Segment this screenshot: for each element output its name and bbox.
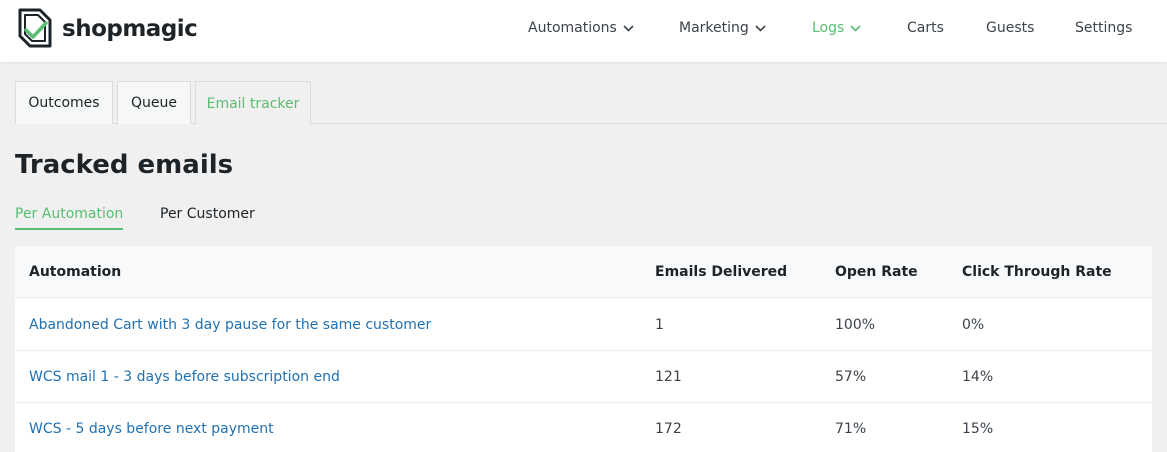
nav-logs-label: Logs <box>812 20 845 36</box>
click-through-rate-cell: 15% <box>962 421 994 437</box>
tab-outcomes[interactable]: Outcomes <box>15 81 113 124</box>
log-tabs: Outcomes Queue Email tracker <box>15 81 1167 125</box>
open-rate-cell: 57% <box>835 369 867 385</box>
tab-email-tracker[interactable]: Email tracker <box>195 81 311 125</box>
automation-link[interactable]: WCS mail 1 - 3 days before subscription … <box>29 351 340 403</box>
table-row: WCS mail 1 - 3 days before subscription … <box>15 351 1152 403</box>
emails-delivered-cell: 1 <box>655 317 664 333</box>
shopmagic-logo-icon <box>18 8 52 48</box>
table-row: Abandoned Cart with 3 day pause for the … <box>15 299 1152 351</box>
click-through-rate-cell: 14% <box>962 369 994 385</box>
tab-queue[interactable]: Queue <box>117 81 191 124</box>
nav-settings[interactable]: Settings <box>1075 20 1132 36</box>
nav-marketing[interactable]: Marketing <box>679 20 766 36</box>
nav-logs[interactable]: Logs <box>812 20 861 36</box>
nav-settings-label: Settings <box>1075 20 1133 36</box>
nav-carts[interactable]: Carts <box>907 20 944 36</box>
subtab-per-customer[interactable]: Per Customer <box>160 206 255 228</box>
top-bar: shopmagic Automations Marketing Logs Car… <box>0 0 1167 62</box>
automation-link[interactable]: Abandoned Cart with 3 day pause for the … <box>29 299 431 351</box>
column-header-automation[interactable]: Automation <box>29 246 121 298</box>
tab-queue-label: Queue <box>131 95 177 111</box>
click-through-rate-cell: 0% <box>962 317 985 333</box>
page-title: Tracked emails <box>15 150 234 180</box>
nav-automations-label: Automations <box>528 20 617 36</box>
column-header-open-rate[interactable]: Open Rate <box>835 246 918 298</box>
nav-guests[interactable]: Guests <box>986 20 1034 36</box>
table-row: WCS - 5 days before next payment 172 71%… <box>15 403 1152 452</box>
chevron-down-icon <box>623 24 634 32</box>
tab-email-tracker-label: Email tracker <box>206 95 300 112</box>
subtab-per-automation[interactable]: Per Automation <box>15 206 124 230</box>
nav-automations[interactable]: Automations <box>528 20 634 36</box>
nav-carts-label: Carts <box>907 20 944 36</box>
automation-link[interactable]: WCS - 5 days before next payment <box>29 403 274 452</box>
nav-guests-label: Guests <box>986 20 1035 36</box>
tracked-emails-table: Automation Emails Delivered Open Rate Cl… <box>15 246 1152 452</box>
column-header-emails-delivered[interactable]: Emails Delivered <box>655 246 787 298</box>
chevron-down-icon <box>755 24 766 32</box>
open-rate-cell: 100% <box>835 317 876 333</box>
brand-name: shopmagic <box>62 16 198 42</box>
open-rate-cell: 71% <box>835 421 867 437</box>
emails-delivered-cell: 172 <box>655 421 682 437</box>
tab-outcomes-label: Outcomes <box>28 95 100 111</box>
table-header: Automation Emails Delivered Open Rate Cl… <box>15 246 1152 298</box>
column-header-click-through-rate[interactable]: Click Through Rate <box>962 246 1112 298</box>
chevron-down-icon <box>850 24 861 32</box>
nav-marketing-label: Marketing <box>679 20 749 36</box>
emails-delivered-cell: 121 <box>655 369 682 385</box>
logo[interactable]: shopmagic <box>16 6 198 52</box>
